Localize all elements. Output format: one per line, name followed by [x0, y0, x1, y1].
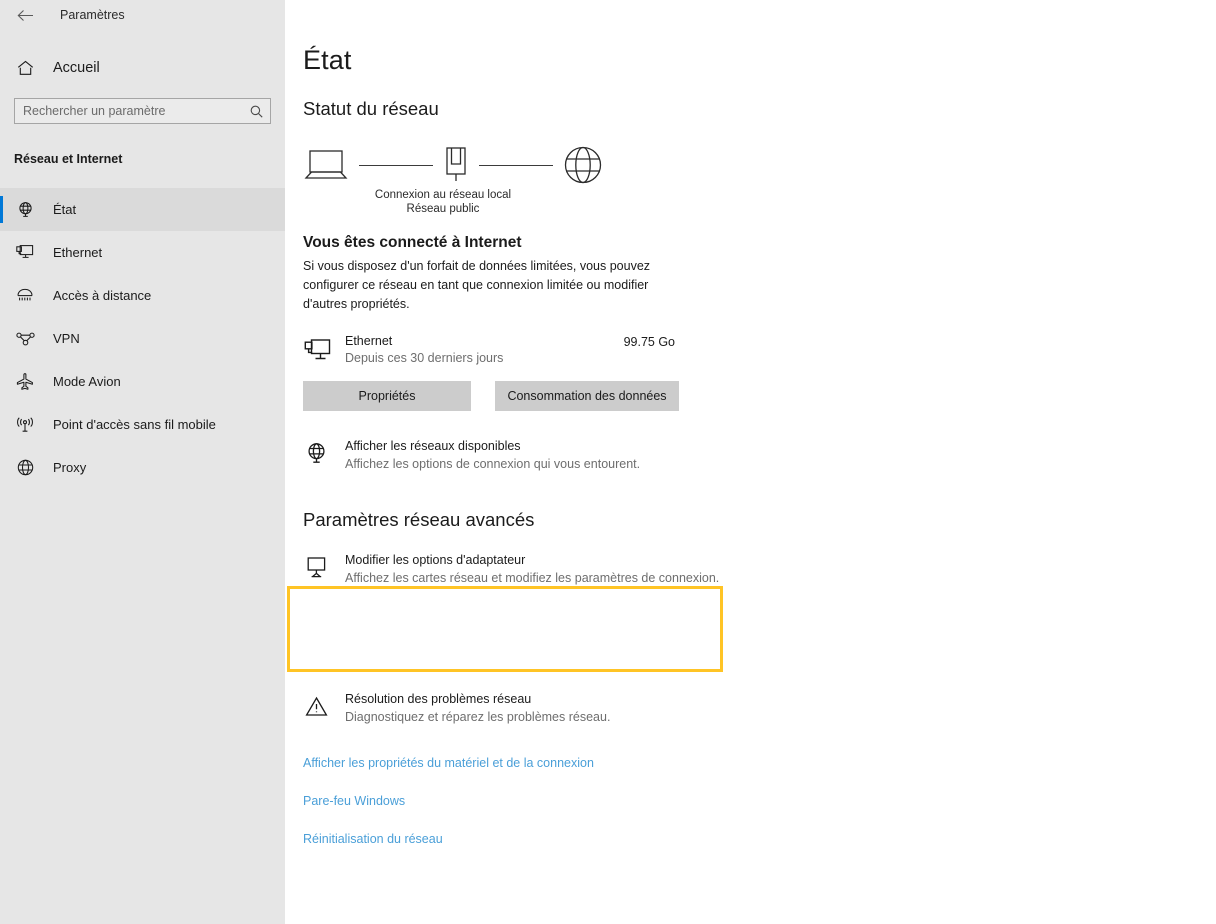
- warning-triangle-icon: [303, 693, 329, 719]
- advanced-item-troubleshoot[interactable]: Résolution des problèmes réseau Diagnost…: [303, 692, 1216, 726]
- sidebar-item-acces-a-distance[interactable]: Accès à distance: [0, 274, 285, 317]
- diagram-caption-line2: Réseau public: [406, 203, 480, 215]
- ethernet-monitor-icon: [303, 336, 331, 364]
- properties-button[interactable]: Propriétés: [303, 381, 471, 411]
- advanced-item-troubleshoot-text: Résolution des problèmes réseau Diagnost…: [345, 692, 610, 726]
- adapter-info: Ethernet Depuis ces 30 derniers jours: [345, 334, 624, 365]
- data-used-value: 99.75 Go: [623, 335, 675, 349]
- dial-up-icon: [14, 285, 36, 307]
- vpn-icon: [14, 328, 36, 350]
- sidebar-item-etat-label: État: [53, 202, 77, 217]
- sidebar-item-mode-avion[interactable]: Mode Avion: [0, 360, 285, 403]
- page-title: État: [303, 45, 352, 75]
- sidebar-item-proxy-label: Proxy: [53, 460, 87, 475]
- sharing-center-icon: [303, 616, 329, 642]
- window-title: Paramètres: [60, 8, 125, 22]
- network-status-title: Statut du réseau: [303, 98, 439, 119]
- connection-title: Vous êtes connecté à Internet: [303, 234, 522, 251]
- sidebar-item-vpn-label: VPN: [53, 331, 80, 346]
- network-adapter-icon: [443, 146, 469, 184]
- available-networks-title: Afficher les réseaux disponibles: [345, 439, 521, 453]
- adapter-usage-row: Ethernet Depuis ces 30 derniers jours 99…: [303, 334, 675, 365]
- link-network-reset[interactable]: Réinitialisation du réseau: [303, 832, 443, 846]
- advanced-settings-title: Paramètres réseau avancés: [303, 509, 535, 530]
- laptop-icon: [303, 148, 349, 182]
- globe-network-icon: [14, 199, 36, 221]
- adapter-period: Depuis ces 30 derniers jours: [345, 351, 504, 365]
- settings-window: Paramètres Accueil Rechercher un paramèt…: [0, 0, 1216, 924]
- diagram-caption: Connexion au réseau local Réseau public: [311, 188, 575, 216]
- globe-icon: [563, 145, 603, 185]
- advanced-item-adapter-options[interactable]: Modifier les options d'adaptateur Affich…: [303, 553, 1216, 587]
- network-diagram: Connexion au réseau local Réseau public: [303, 142, 603, 220]
- sidebar-nav-list: État Ethernet Accès à distance VPN Mode …: [0, 188, 285, 489]
- sidebar-item-proxy[interactable]: Proxy: [0, 446, 285, 489]
- advanced-item-sharing-text: Centre Réseau et partage Décidez des con…: [345, 615, 725, 666]
- sidebar-item-ethernet-label: Ethernet: [53, 245, 103, 260]
- advanced-item-sharing-description: Décidez des contenus que vous souhaitez …: [345, 633, 718, 664]
- hotspot-icon: [14, 414, 36, 436]
- sidebar-item-point-dacces-label: Point d'accès sans fil mobile: [53, 417, 216, 432]
- airplane-icon: [14, 371, 36, 393]
- link-windows-firewall[interactable]: Pare-feu Windows: [303, 794, 405, 808]
- sidebar-item-ethernet[interactable]: Ethernet: [0, 231, 285, 274]
- data-usage-button[interactable]: Consommation des données: [495, 381, 679, 411]
- sidebar-item-etat[interactable]: État: [0, 188, 285, 231]
- adapter-name: Ethernet: [345, 334, 393, 348]
- diagram-line-right: [479, 164, 553, 166]
- sidebar-item-acces-a-distance-label: Accès à distance: [53, 288, 152, 303]
- ethernet-monitor-icon: [14, 242, 36, 264]
- advanced-item-adapter-title: Modifier les options d'adaptateur: [345, 553, 526, 567]
- search-box[interactable]: [14, 98, 271, 124]
- advanced-item-troubleshoot-title: Résolution des problèmes réseau: [345, 692, 532, 706]
- link-hardware-connection-properties[interactable]: Afficher les propriétés du matériel et d…: [303, 756, 594, 770]
- advanced-item-troubleshoot-description: Diagnostiquez et réparez les problèmes r…: [345, 710, 611, 724]
- connection-description: Si vous disposez d'un forfait de données…: [303, 259, 651, 311]
- sidebar-item-home-label: Accueil: [53, 60, 100, 76]
- advanced-item-sharing-center[interactable]: Centre Réseau et partage Décidez des con…: [303, 615, 1216, 666]
- advanced-item-adapter-text: Modifier les options d'adaptateur Affich…: [345, 553, 719, 587]
- sidebar: Paramètres Accueil Rechercher un paramèt…: [0, 0, 285, 924]
- sidebar-item-vpn[interactable]: VPN: [0, 317, 285, 360]
- main-content: État Statut du réseau Connexion au résea…: [285, 0, 1216, 924]
- globe-network-icon: [303, 440, 329, 466]
- search-input[interactable]: [15, 99, 270, 123]
- advanced-item-adapter-description: Affichez les cartes réseau et modifiez l…: [345, 571, 720, 585]
- globe-icon: [14, 457, 36, 479]
- sidebar-item-point-dacces-sans-fil-mobile[interactable]: Point d'accès sans fil mobile: [0, 403, 285, 446]
- home-icon: [14, 57, 36, 79]
- diagram-caption-line1: Connexion au réseau local: [374, 189, 512, 201]
- sidebar-item-home[interactable]: Accueil: [0, 52, 285, 84]
- diagram-line-left: [359, 164, 433, 166]
- available-networks-description: Affichez les options de connexion qui vo…: [345, 457, 641, 471]
- available-networks-item[interactable]: Afficher les réseaux disponibles Affiche…: [303, 439, 1216, 473]
- search-icon[interactable]: [249, 104, 263, 118]
- title-bar: Paramètres: [0, 0, 285, 30]
- advanced-item-sharing-title: Centre Réseau et partage: [345, 615, 489, 629]
- available-networks-text: Afficher les réseaux disponibles Affiche…: [345, 439, 640, 473]
- adapter-options-icon: [303, 554, 329, 580]
- sidebar-section-title: Réseau et Internet: [14, 152, 123, 166]
- search-container: [0, 84, 285, 124]
- sidebar-item-mode-avion-label: Mode Avion: [53, 374, 121, 389]
- connection-buttons: Propriétés Consommation des données: [303, 381, 1216, 411]
- back-arrow-icon[interactable]: [12, 3, 38, 27]
